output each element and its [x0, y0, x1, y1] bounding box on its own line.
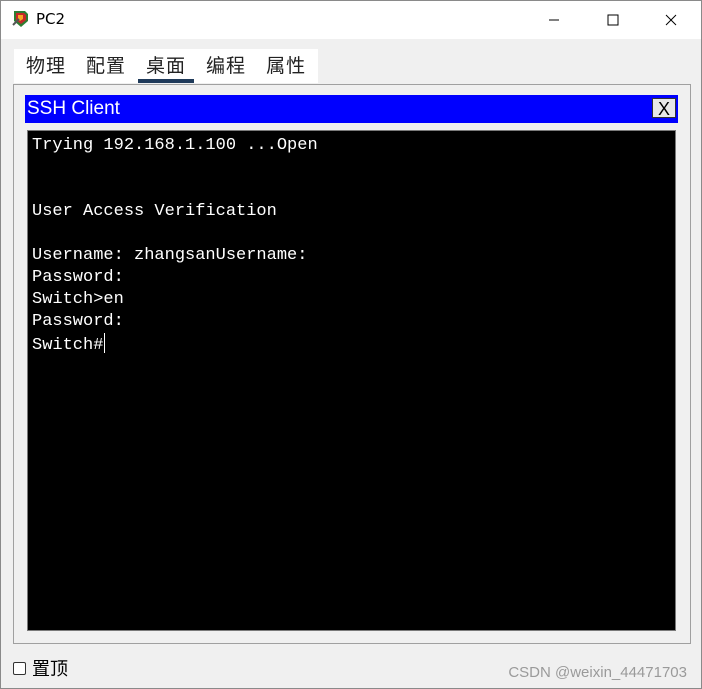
- maximize-button[interactable]: [584, 1, 642, 39]
- ssh-client-title: SSH Client: [27, 98, 120, 119]
- ssh-client-header: SSH Client X: [25, 95, 678, 123]
- close-button[interactable]: [642, 1, 700, 39]
- terminal-line: Trying 192.168.1.100 ...Open: [32, 136, 318, 155]
- pc2-window: PC2 物理 配置 桌面 编程 属性 SSH Client X Trying 1…: [0, 0, 702, 689]
- terminal-prompt-line: Switch#: [32, 333, 671, 357]
- terminal-line: Username: zhangsanUsername:: [32, 246, 308, 265]
- terminal-line: User Access Verification: [32, 202, 277, 221]
- ssh-close-button[interactable]: X: [652, 98, 676, 119]
- tab-config[interactable]: 配置: [76, 49, 136, 83]
- terminal-line: Switch>en: [32, 290, 124, 309]
- close-icon: [665, 14, 677, 26]
- packet-tracer-pc-icon: [11, 9, 31, 29]
- always-on-top-option[interactable]: 置顶: [13, 655, 68, 681]
- minimize-icon: [549, 19, 559, 21]
- window-title: PC2: [36, 10, 66, 28]
- always-on-top-checkbox[interactable]: [13, 661, 26, 675]
- watermark: CSDN @weixin_44471703: [508, 664, 687, 681]
- minimize-button[interactable]: [525, 1, 583, 39]
- tab-desktop[interactable]: 桌面: [136, 49, 196, 83]
- tab-bar: 物理 配置 桌面 编程 属性: [14, 49, 319, 83]
- maximize-icon: [607, 14, 619, 26]
- terminal-line: Password:: [32, 268, 124, 287]
- terminal-line: Password:: [32, 312, 124, 331]
- always-on-top-label: 置顶: [32, 659, 68, 680]
- tab-physical[interactable]: 物理: [16, 49, 76, 83]
- tab-attributes[interactable]: 属性: [256, 49, 316, 83]
- ssh-terminal[interactable]: Trying 192.168.1.100 ...Open User Access…: [27, 130, 676, 631]
- desktop-panel: SSH Client X Trying 192.168.1.100 ...Ope…: [13, 84, 691, 644]
- text-cursor: [104, 333, 106, 353]
- tab-programming[interactable]: 编程: [196, 49, 256, 83]
- title-bar[interactable]: PC2: [1, 1, 701, 39]
- terminal-prompt: Switch#: [32, 336, 104, 355]
